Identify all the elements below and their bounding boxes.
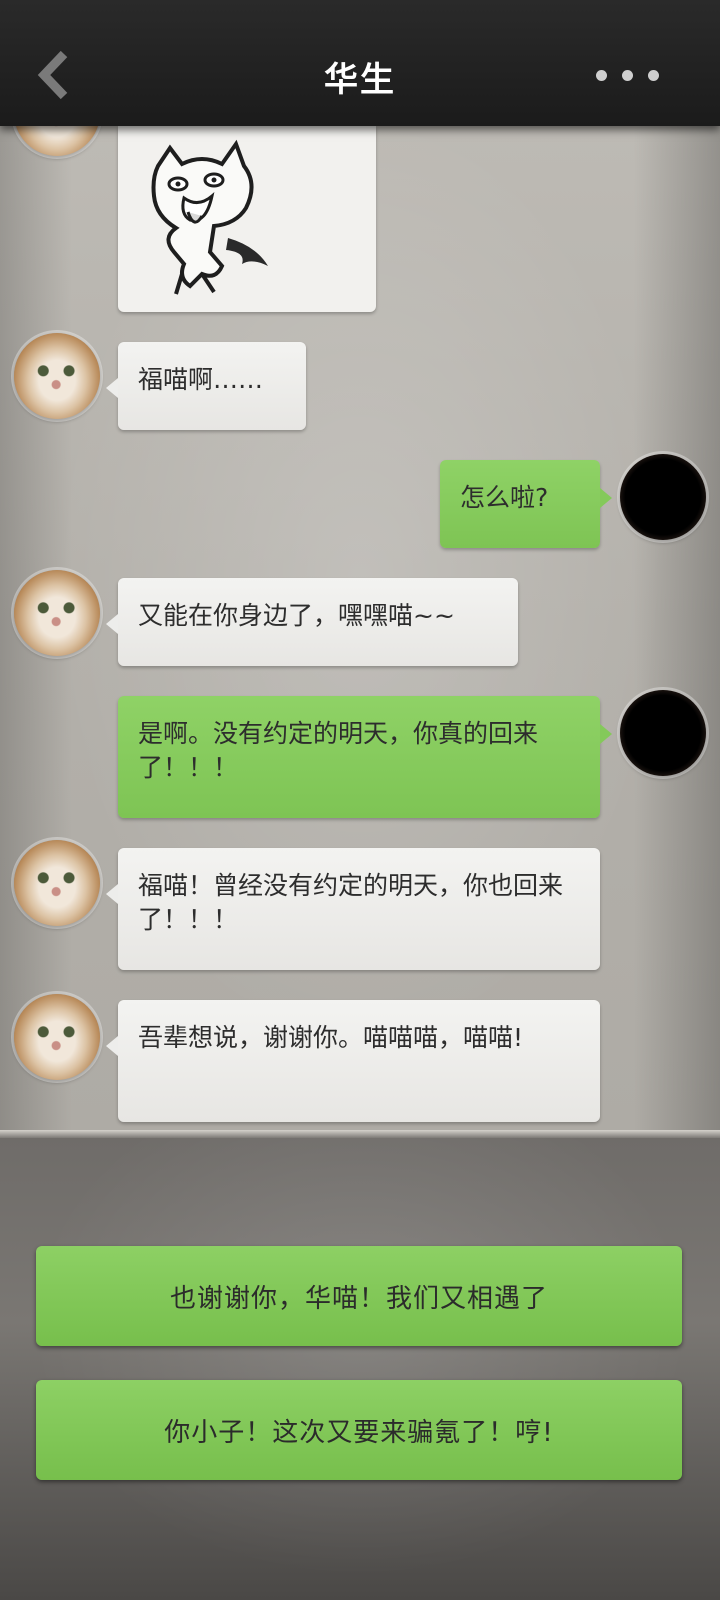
top-bar: 华生	[0, 0, 720, 126]
sticker-message[interactable]	[118, 126, 376, 312]
reply-options-panel	[0, 1138, 720, 1600]
outgoing-message[interactable]: 怎么啦?	[440, 460, 612, 548]
user-avatar[interactable]	[620, 454, 706, 540]
reply-option-2[interactable]: 你小子！这次又要来骗氪了！哼!	[36, 1380, 682, 1480]
contact-avatar[interactable]	[14, 840, 100, 926]
incoming-message[interactable]: 又能在你身边了，嘿嘿喵~~	[106, 578, 518, 666]
more-dots-icon	[596, 70, 607, 81]
cartoon-creature-sticker	[151, 139, 268, 295]
more-button[interactable]	[596, 64, 666, 88]
reply-option-1[interactable]: 也谢谢你，华喵！我们又相遇了	[36, 1246, 682, 1346]
contact-avatar[interactable]	[14, 333, 100, 419]
chat-divider	[0, 1130, 720, 1138]
contact-avatar[interactable]	[14, 994, 100, 1080]
incoming-message[interactable]: 福喵！曾经没有约定的明天，你也回来了！！！	[106, 848, 600, 970]
incoming-message[interactable]: 吾辈想说，谢谢你。喵喵喵，喵喵!	[106, 1000, 600, 1122]
incoming-message[interactable]: 福喵啊……	[106, 342, 306, 430]
outgoing-message[interactable]: 是啊。没有约定的明天，你真的回来了！！！	[118, 696, 612, 818]
user-avatar[interactable]	[620, 690, 706, 776]
contact-avatar[interactable]	[14, 570, 100, 656]
